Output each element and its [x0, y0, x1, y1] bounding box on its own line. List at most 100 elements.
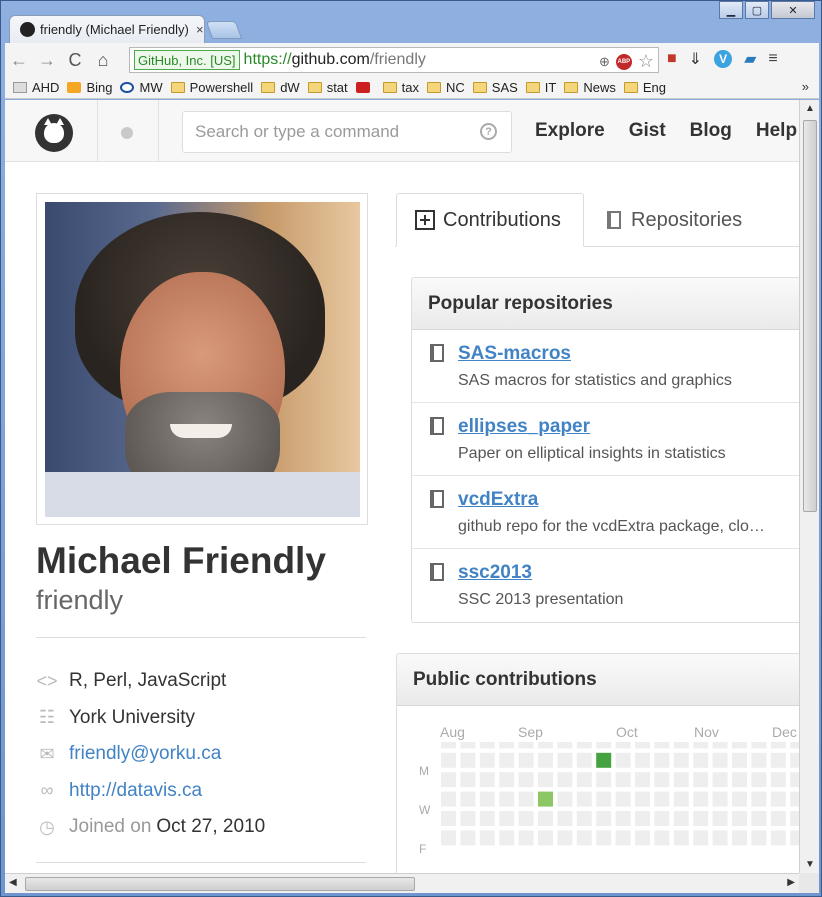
contribution-day-cell[interactable] — [732, 752, 747, 768]
contribution-day-cell[interactable] — [751, 742, 767, 749]
contribution-day-cell[interactable] — [751, 752, 767, 768]
contribution-day-cell[interactable] — [576, 791, 592, 807]
contribution-day-cell[interactable] — [518, 772, 534, 788]
v-extension-icon[interactable]: V — [714, 50, 733, 68]
contribution-day-cell[interactable] — [673, 830, 689, 846]
contribution-day-cell[interactable] — [557, 742, 573, 749]
contribution-day-cell[interactable] — [654, 742, 670, 749]
contribution-day-cell[interactable] — [518, 752, 534, 768]
contribution-day-cell[interactable] — [460, 791, 476, 807]
contribution-day-cell[interactable] — [557, 752, 573, 768]
contribution-day-cell[interactable] — [615, 752, 631, 768]
contribution-day-cell[interactable] — [615, 742, 631, 749]
contribution-day-cell[interactable] — [751, 772, 767, 788]
contribution-day-cell[interactable] — [596, 752, 612, 768]
contribution-day-cell[interactable] — [499, 791, 515, 807]
search-input[interactable]: Search or type a command ? — [182, 111, 512, 153]
contribution-day-cell[interactable] — [441, 791, 456, 807]
contribution-day-cell[interactable] — [770, 791, 786, 807]
contribution-day-cell[interactable] — [557, 791, 573, 807]
contribution-day-cell[interactable] — [460, 830, 476, 846]
horizontal-scroll-thumb[interactable] — [25, 877, 415, 891]
contribution-day-cell[interactable] — [732, 742, 747, 749]
reload-button[interactable]: C — [61, 46, 89, 74]
contribution-day-cell[interactable] — [518, 791, 534, 807]
contribution-day-cell[interactable] — [518, 742, 534, 749]
contribution-day-cell[interactable] — [654, 772, 670, 788]
contribution-day-cell[interactable] — [635, 742, 650, 749]
contribution-day-cell[interactable] — [518, 811, 534, 826]
contribution-day-cell[interactable] — [557, 772, 573, 788]
contribution-day-cell[interactable] — [538, 752, 553, 768]
contribution-day-cell[interactable] — [441, 742, 456, 749]
tab-contributions[interactable]: Contributions — [396, 193, 584, 247]
nav-help[interactable]: Help — [756, 120, 797, 142]
book-extension-icon[interactable]: ■ — [667, 50, 677, 68]
scroll-down-icon[interactable]: ▼ — [805, 859, 815, 870]
notification-indicator-icon[interactable] — [121, 127, 133, 139]
contribution-day-cell[interactable] — [576, 811, 592, 826]
contribution-day-cell[interactable] — [596, 742, 612, 749]
nav-explore[interactable]: Explore — [535, 120, 605, 142]
contribution-day-cell[interactable] — [596, 772, 612, 788]
home-button[interactable]: ⌂ — [89, 46, 117, 74]
contribution-day-cell[interactable] — [693, 830, 709, 846]
contribution-day-cell[interactable] — [654, 811, 670, 826]
repo-link[interactable]: SAS-macros — [458, 343, 571, 365]
email-link[interactable]: friendly@yorku.ca — [69, 743, 221, 765]
contribution-day-cell[interactable] — [790, 811, 799, 826]
contribution-day-cell[interactable] — [460, 772, 476, 788]
website-link[interactable]: http://datavis.ca — [69, 780, 202, 802]
contribution-day-cell[interactable] — [712, 752, 728, 768]
contribution-day-cell[interactable] — [635, 772, 650, 788]
bookmark-dw[interactable]: dW — [261, 80, 300, 95]
contribution-day-cell[interactable] — [790, 752, 799, 768]
contribution-day-cell[interactable] — [693, 791, 709, 807]
contribution-day-cell[interactable] — [693, 772, 709, 788]
scroll-right-icon[interactable]: ▶ — [787, 877, 795, 888]
contribution-day-cell[interactable] — [576, 752, 592, 768]
download-extension-icon[interactable]: ⇓ — [689, 49, 702, 69]
bookmark-mw[interactable]: MW — [120, 80, 163, 95]
contribution-day-cell[interactable] — [654, 791, 670, 807]
horizontal-scrollbar[interactable]: ◀ ▶ — [5, 873, 799, 893]
bookmark-eng[interactable]: Eng — [623, 80, 666, 95]
contribution-day-cell[interactable] — [518, 830, 534, 846]
contribution-day-cell[interactable] — [479, 752, 495, 768]
contribution-day-cell[interactable] — [479, 791, 495, 807]
contribution-day-cell[interactable] — [499, 772, 515, 788]
security-badge[interactable]: GitHub, Inc. [US] — [134, 50, 240, 70]
maximize-button[interactable]: ▢ — [745, 1, 769, 19]
contribution-day-cell[interactable] — [732, 772, 747, 788]
vertical-scrollbar[interactable]: ▲ ▼ — [799, 100, 819, 873]
contribution-day-cell[interactable] — [673, 752, 689, 768]
bookmark-news[interactable]: News — [564, 80, 616, 95]
tab-close-icon[interactable]: × — [196, 22, 204, 37]
contribution-day-cell[interactable] — [499, 752, 515, 768]
contribution-day-cell[interactable] — [635, 811, 650, 826]
contribution-day-cell[interactable] — [770, 811, 786, 826]
contribution-day-cell[interactable] — [615, 772, 631, 788]
contribution-day-cell[interactable] — [479, 742, 495, 749]
repo-link[interactable]: ssc2013 — [458, 562, 532, 584]
contribution-day-cell[interactable] — [479, 811, 495, 826]
back-button[interactable]: ← — [5, 46, 33, 74]
contribution-day-cell[interactable] — [751, 830, 767, 846]
contribution-day-cell[interactable] — [654, 830, 670, 846]
contribution-day-cell[interactable] — [479, 830, 495, 846]
contribution-day-cell[interactable] — [615, 811, 631, 826]
github-octocat-icon[interactable] — [35, 114, 73, 152]
minimize-button[interactable]: ▁ — [719, 1, 743, 19]
contribution-day-cell[interactable] — [790, 742, 799, 749]
bookmark-ahd[interactable]: AHD — [13, 80, 59, 95]
bookmark-tax[interactable]: tax — [382, 80, 419, 95]
contribution-day-cell[interactable] — [596, 830, 612, 846]
contribution-day-cell[interactable] — [538, 772, 553, 788]
contribution-day-cell[interactable] — [538, 742, 553, 749]
address-bar[interactable]: GitHub, Inc. [US] https:// github.com /f… — [129, 47, 659, 73]
bookmark-stat[interactable]: stat — [307, 80, 348, 95]
contribution-day-cell[interactable] — [751, 811, 767, 826]
contribution-day-cell[interactable] — [770, 742, 786, 749]
bookmark-nc[interactable]: NC — [427, 80, 465, 95]
contribution-day-cell[interactable] — [499, 742, 515, 749]
